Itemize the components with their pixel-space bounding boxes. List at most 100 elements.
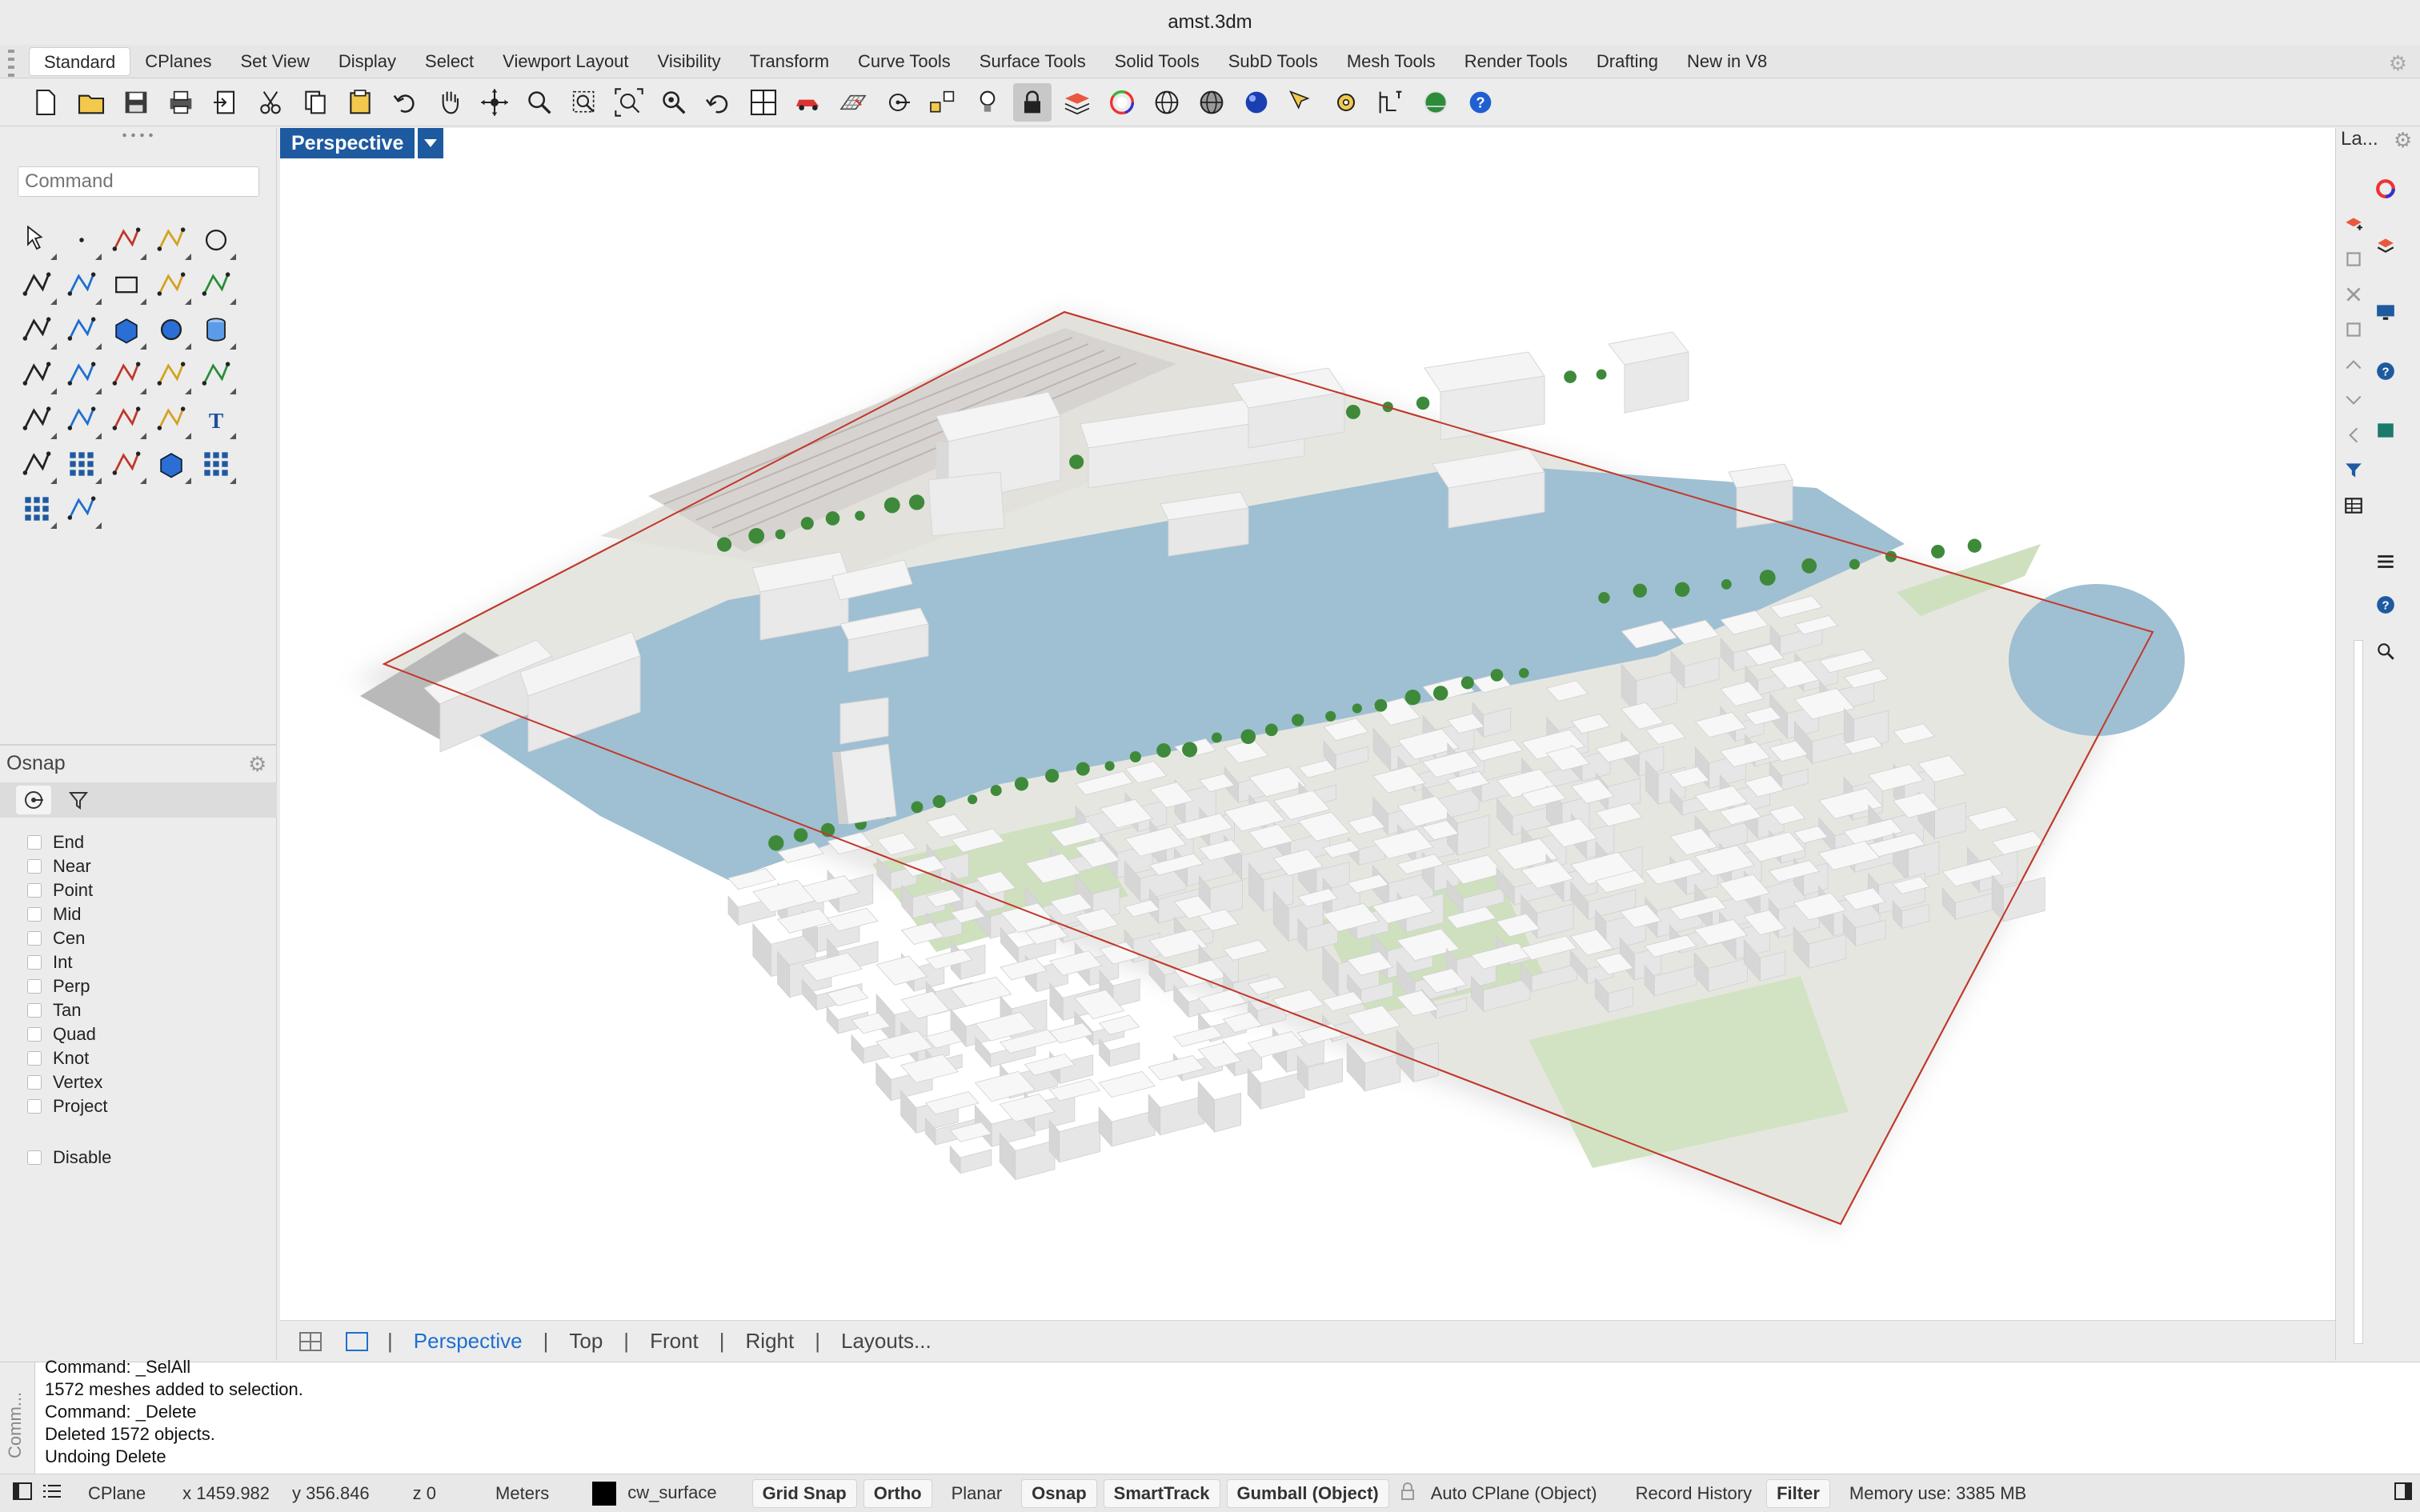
text-icon[interactable]: T: [194, 397, 238, 442]
table-icon[interactable]: [2339, 490, 2368, 522]
layout-toggle-icon[interactable]: [2383, 1482, 2420, 1505]
undo-view-icon[interactable]: [699, 83, 738, 122]
osnap-perp[interactable]: Perp: [27, 974, 111, 998]
pan-hand-icon[interactable]: [431, 83, 469, 122]
project-curve-icon[interactable]: [149, 397, 194, 442]
tab-new-in-v8[interactable]: New in V8: [1673, 47, 1781, 76]
boolean-union-icon[interactable]: [14, 397, 59, 442]
layer-icon[interactable]: [1058, 83, 1096, 122]
layers-panel-title[interactable]: La...: [2341, 128, 2378, 150]
tab-cplanes[interactable]: CPlanes: [130, 47, 226, 76]
copy-icon[interactable]: [296, 83, 335, 122]
tab-mesh-tools[interactable]: Mesh Tools: [1332, 47, 1450, 76]
import-icon[interactable]: [206, 83, 245, 122]
up-icon[interactable]: [2339, 349, 2368, 381]
filter-icon[interactable]: [2339, 454, 2368, 486]
checkbox[interactable]: [27, 1027, 42, 1042]
tab-visibility[interactable]: Visibility: [643, 47, 735, 76]
tab-set-view[interactable]: Set View: [226, 47, 323, 76]
panel-drag-handle[interactable]: [120, 133, 157, 138]
tab-select[interactable]: Select: [411, 47, 488, 76]
right-panel-gear-icon[interactable]: ⚙: [2394, 128, 2412, 153]
block-icon[interactable]: [2371, 414, 2400, 446]
search-icon[interactable]: [2371, 635, 2400, 667]
checkbox[interactable]: [27, 883, 42, 898]
circle-icon[interactable]: [194, 218, 238, 262]
join-icon[interactable]: [59, 397, 104, 442]
select-filter-icon[interactable]: [1282, 83, 1320, 122]
rendered-sphere-icon[interactable]: [1237, 83, 1276, 122]
view-tab-perspective[interactable]: Perspective: [393, 1329, 543, 1354]
osnap-gear-icon[interactable]: ⚙: [248, 752, 266, 777]
checkbox[interactable]: [27, 1150, 42, 1165]
polyline-icon[interactable]: [104, 218, 149, 262]
point-icon[interactable]: [59, 218, 104, 262]
checkbox[interactable]: [27, 1051, 42, 1066]
toggle-grid-snap[interactable]: Grid Snap: [751, 1478, 857, 1508]
zoom-extents-icon[interactable]: [610, 83, 648, 122]
car-render-icon[interactable]: [789, 83, 827, 122]
toggle-smarttrack[interactable]: SmartTrack: [1103, 1478, 1220, 1508]
tab-transform[interactable]: Transform: [735, 47, 843, 76]
viewport-layout-icon[interactable]: [294, 1329, 327, 1354]
surface-from-points-icon[interactable]: [14, 307, 59, 352]
cplane-icon[interactable]: [879, 83, 917, 122]
cplane-label[interactable]: CPlane: [72, 1483, 162, 1504]
arc-icon[interactable]: [59, 262, 104, 307]
checkbox[interactable]: [27, 907, 42, 922]
grid-plane-icon[interactable]: [834, 83, 872, 122]
filter-toggle[interactable]: Filter: [1766, 1478, 1830, 1508]
wireframe-sphere-icon[interactable]: [1148, 83, 1186, 122]
ellipse-icon[interactable]: [14, 262, 59, 307]
panels-toggle-icon[interactable]: [0, 1482, 38, 1505]
list-icon[interactable]: [2371, 546, 2400, 578]
view-tab-front[interactable]: Front: [629, 1329, 719, 1354]
list-icon[interactable]: [38, 1482, 72, 1505]
undo-icon[interactable]: [386, 83, 424, 122]
zoom-icon[interactable]: [520, 83, 559, 122]
command-input[interactable]: [18, 166, 259, 197]
filter-funnel-icon[interactable]: [2339, 314, 2368, 346]
help-icon[interactable]: ?: [2371, 589, 2400, 621]
rectangle-icon[interactable]: [104, 262, 149, 307]
viewport-name-button[interactable]: Perspective: [280, 128, 415, 158]
delete-icon[interactable]: [2339, 278, 2368, 310]
solid-tools-icon[interactable]: [59, 352, 104, 397]
mesh-plane-icon[interactable]: [14, 352, 59, 397]
select-arrow-icon[interactable]: [14, 218, 59, 262]
down-icon[interactable]: [2339, 384, 2368, 416]
array-icon[interactable]: [59, 442, 104, 486]
record-history-toggle[interactable]: Record History: [1625, 1483, 1763, 1504]
auto-cplane-toggle[interactable]: Auto CPlane (Object): [1420, 1483, 1625, 1504]
display-monitor-icon[interactable]: [2371, 296, 2400, 328]
trim-icon[interactable]: [149, 352, 194, 397]
osnap-point[interactable]: Point: [27, 878, 111, 902]
tab-standard[interactable]: Standard: [29, 47, 131, 76]
tab-drafting[interactable]: Drafting: [1582, 47, 1673, 76]
mirror-icon[interactable]: [104, 442, 149, 486]
toggle-planar[interactable]: Planar: [936, 1483, 1019, 1504]
help-icon[interactable]: ?: [2371, 355, 2400, 387]
osnap-cen[interactable]: Cen: [27, 926, 111, 950]
new-file-icon[interactable]: [27, 83, 66, 122]
perspective-viewport[interactable]: Perspective: [280, 128, 2335, 1320]
tabs-settings-gear-icon[interactable]: ⚙: [2389, 51, 2407, 76]
curve-offset-icon[interactable]: [104, 397, 149, 442]
extrude-curve-icon[interactable]: [59, 307, 104, 352]
tab-render-tools[interactable]: Render Tools: [1450, 47, 1582, 76]
tab-viewport-layout[interactable]: Viewport Layout: [488, 47, 643, 76]
zoom-selected-icon[interactable]: [655, 83, 693, 122]
osnap-end[interactable]: End: [27, 830, 111, 854]
single-viewport-icon[interactable]: [341, 1329, 373, 1354]
checkbox[interactable]: [27, 1099, 42, 1114]
osnap-knot[interactable]: Knot: [27, 1046, 111, 1070]
checkbox[interactable]: [27, 955, 42, 970]
panel-divider[interactable]: [0, 744, 277, 746]
osnap-int[interactable]: Int: [27, 950, 111, 974]
new-layer-icon[interactable]: [2339, 208, 2368, 240]
view-tab-right[interactable]: Right: [725, 1329, 815, 1354]
polar-array-icon[interactable]: [14, 486, 59, 531]
curve-icon[interactable]: [149, 218, 194, 262]
view-tab-layouts[interactable]: Layouts...: [820, 1329, 952, 1354]
fillet-curve-icon[interactable]: [194, 262, 238, 307]
